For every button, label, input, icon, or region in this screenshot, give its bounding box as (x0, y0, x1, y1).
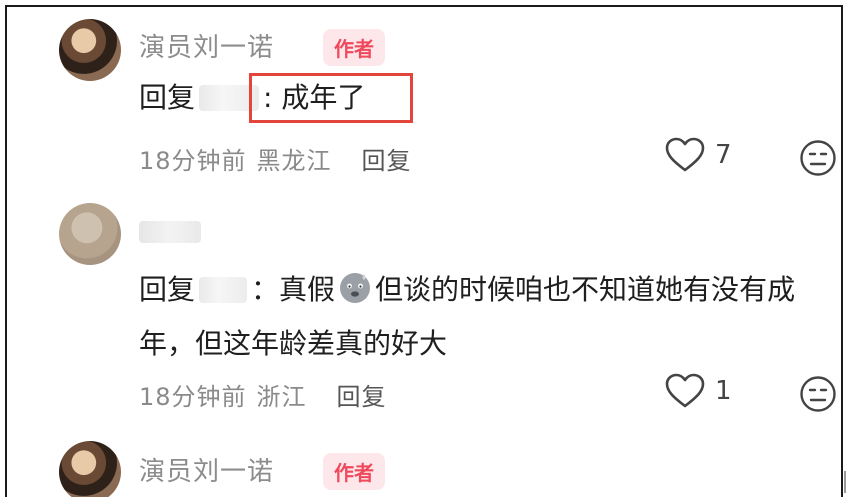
username-blurred[interactable] (139, 221, 201, 243)
red-highlight-box (249, 73, 413, 123)
like-button[interactable]: 1 (665, 373, 732, 409)
reply-text: 回复 ：真假 但谈的时候咱也不知道她有没有成年，但这年龄差真的好大 (139, 263, 839, 371)
author-badge: 作者 (323, 29, 385, 66)
reply-body-part2: 但谈的时候咱也不知道她有没 (375, 273, 740, 306)
author-badge: 作者 (323, 453, 385, 490)
reply-button[interactable]: 回复 (362, 147, 412, 175)
like-button[interactable]: 7 (665, 137, 732, 173)
reply-prefix: 回复 (139, 81, 196, 114)
timestamp: 18分钟前 (139, 383, 247, 411)
like-count: 1 (715, 376, 732, 406)
like-count: 7 (715, 140, 732, 170)
heart-outline-icon (665, 373, 705, 408)
reply-button[interactable]: 回复 (337, 383, 387, 411)
reply-colon: ： (251, 273, 280, 306)
comment-meta: 18分钟前 浙江 回复 (139, 377, 397, 412)
timestamp: 18分钟前 (139, 147, 247, 175)
avatar[interactable] (59, 19, 121, 81)
reply-body-part1: 真假 (279, 273, 336, 306)
sweating-face-emoji (340, 273, 371, 303)
scrollbar[interactable] (844, 471, 854, 493)
heart-outline-icon (665, 137, 705, 172)
username[interactable]: 演员刘一诺 (139, 27, 274, 64)
mentioned-user[interactable] (199, 277, 248, 303)
username[interactable]: 演员刘一诺 (139, 451, 274, 488)
location: 黑龙江 (256, 147, 332, 175)
comment-meta: 18分钟前 黑龙江 回复 (139, 141, 422, 176)
comment-thread: 演员刘一诺 作者 回复: 成年了 18分钟前 黑龙江 回复 7 回复 ：真假 但谈的时… (5, 5, 843, 497)
neutral-face-icon[interactable] (799, 139, 837, 177)
reply-prefix: 回复 (139, 273, 196, 306)
avatar[interactable] (59, 203, 121, 265)
avatar[interactable] (59, 441, 121, 497)
location: 浙江 (256, 383, 307, 411)
neutral-face-icon[interactable] (799, 375, 837, 413)
